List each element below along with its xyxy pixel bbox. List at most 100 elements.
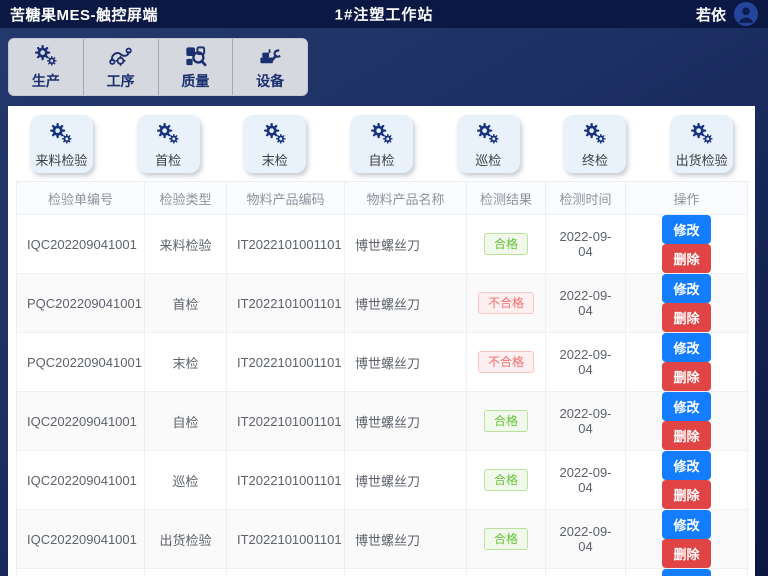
inspection-card-label: 出货检验 — [676, 150, 728, 169]
user-menu[interactable]: 若依 — [696, 2, 758, 26]
cell-order-no: IQC202209041001 — [17, 451, 145, 510]
cell-order-no: IQC202209041001 — [17, 569, 145, 576]
station-title: 1#注塑工作站 — [335, 4, 434, 25]
main-toolbar: 生产 工序 质量 设备 — [8, 38, 308, 96]
delete-button[interactable]: 删除 — [662, 362, 710, 391]
gears-icon — [262, 121, 288, 152]
cell-inspection-date: 2022-09-04 — [546, 215, 626, 274]
toolbar-item-label: 生产 — [32, 71, 60, 91]
cell-inspection-type: 出货检验 — [145, 569, 227, 576]
toolbar-item-quality[interactable]: 质量 — [159, 39, 234, 95]
column-header: 检验单编号 — [17, 182, 145, 215]
column-header: 操作 — [626, 182, 748, 215]
cell-material-code: IT2022101001101 — [227, 274, 345, 333]
gears-icon — [33, 43, 59, 69]
toolbar-item-process[interactable]: 工序 — [84, 39, 159, 95]
toolbar-item-label: 设备 — [256, 71, 284, 91]
table-header-row: 检验单编号检验类型物料产品编码物料产品名称检测结果检测时间操作 — [17, 182, 748, 215]
inspection-card-shipment[interactable]: 出货检验 — [670, 115, 733, 173]
cell-inspection-type: 末检 — [145, 333, 227, 392]
cell-material-code: IT2022101001101 — [227, 451, 345, 510]
delete-button[interactable]: 删除 — [662, 244, 710, 273]
table-row: IQC202209041001 巡检 IT2022101001101 博世螺丝刀… — [17, 451, 748, 510]
cell-inspection-date: 2022-09-04 — [546, 451, 626, 510]
cell-inspection-type: 自检 — [145, 392, 227, 451]
edit-button[interactable]: 修改 — [662, 569, 710, 576]
cell-material-code: IT2022101001101 — [227, 569, 345, 576]
delete-button[interactable]: 删除 — [662, 480, 710, 509]
quality-search-icon — [183, 43, 208, 69]
result-badge: 合格 — [484, 469, 528, 491]
cell-inspection-type: 来料检验 — [145, 215, 227, 274]
inspection-card-first[interactable]: 首检 — [137, 115, 200, 173]
column-header: 物料产品编码 — [227, 182, 345, 215]
avatar-icon — [734, 2, 758, 26]
inspection-card-label: 来料检验 — [35, 150, 87, 169]
cell-inspection-date: 2022-09-04 — [546, 333, 626, 392]
gears-icon — [48, 121, 74, 152]
delete-button[interactable]: 删除 — [662, 303, 710, 332]
cell-inspection-type: 首检 — [145, 274, 227, 333]
cell-material-name: 博世螺丝刀 — [345, 510, 467, 569]
cell-inspection-date: 2022-09-04 — [546, 392, 626, 451]
result-badge: 合格 — [484, 528, 528, 550]
toolbar-item-equipment[interactable]: 设备 — [233, 39, 307, 95]
cell-inspection-date: 2022-09-04 — [546, 274, 626, 333]
cell-material-code: IT2022101001101 — [227, 215, 345, 274]
gears-icon — [369, 121, 395, 152]
inspection-card-label: 巡检 — [475, 150, 501, 169]
app-title: 苦糖果MES-触控屏端 — [10, 4, 158, 25]
table-row: PQC202209041001 首检 IT2022101001101 博世螺丝刀… — [17, 274, 748, 333]
table-row: PQC202209041001 末检 IT2022101001101 博世螺丝刀… — [17, 333, 748, 392]
inspection-card-incoming[interactable]: 来料检验 — [30, 115, 93, 173]
inspection-card-label: 终检 — [582, 150, 608, 169]
inspection-card-label: 末检 — [262, 150, 288, 169]
gears-icon — [689, 121, 715, 152]
column-header: 检测结果 — [467, 182, 546, 215]
inspection-card-label: 首检 — [155, 150, 181, 169]
inspection-card-patrol[interactable]: 巡检 — [457, 115, 520, 173]
cell-material-code: IT2022101001101 — [227, 333, 345, 392]
inspection-table: 检验单编号检验类型物料产品编码物料产品名称检测结果检测时间操作 IQC20220… — [16, 181, 748, 576]
column-header: 物料产品名称 — [345, 182, 467, 215]
edit-button[interactable]: 修改 — [662, 510, 710, 539]
inspection-card-last[interactable]: 末检 — [243, 115, 306, 173]
delete-button[interactable]: 删除 — [662, 539, 710, 568]
edit-button[interactable]: 修改 — [662, 333, 710, 362]
cell-order-no: IQC202209041001 — [17, 392, 145, 451]
inspection-card-final[interactable]: 终检 — [563, 115, 626, 173]
username: 若依 — [696, 4, 726, 25]
result-badge: 不合格 — [478, 351, 534, 373]
cell-inspection-type: 巡检 — [145, 451, 227, 510]
table-row: IQC202209041001 来料检验 IT2022101001101 博世螺… — [17, 215, 748, 274]
column-header: 检测时间 — [546, 182, 626, 215]
cell-material-name: 博世螺丝刀 — [345, 569, 467, 576]
cell-order-no: IQC202209041001 — [17, 215, 145, 274]
cell-material-name: 博世螺丝刀 — [345, 451, 467, 510]
edit-button[interactable]: 修改 — [662, 215, 710, 244]
column-header: 检验类型 — [145, 182, 227, 215]
table-row: IQC202209041001 自检 IT2022101001101 博世螺丝刀… — [17, 392, 748, 451]
gears-icon — [582, 121, 608, 152]
inspection-card-self[interactable]: 自检 — [350, 115, 413, 173]
equipment-icon — [258, 43, 283, 69]
inspection-card-label: 自检 — [369, 150, 395, 169]
result-badge: 不合格 — [478, 292, 534, 314]
cell-material-name: 博世螺丝刀 — [345, 274, 467, 333]
cell-inspection-date: 2022-09-04 — [546, 569, 626, 576]
edit-button[interactable]: 修改 — [662, 274, 710, 303]
result-badge: 合格 — [484, 233, 528, 255]
edit-button[interactable]: 修改 — [662, 451, 710, 480]
cell-material-name: 博世螺丝刀 — [345, 392, 467, 451]
cell-material-name: 博世螺丝刀 — [345, 215, 467, 274]
result-badge: 合格 — [484, 410, 528, 432]
edit-button[interactable]: 修改 — [662, 392, 710, 421]
delete-button[interactable]: 删除 — [662, 421, 710, 450]
gears-icon — [475, 121, 501, 152]
toolbar-item-production[interactable]: 生产 — [9, 39, 84, 95]
inspection-cards-row: 来料检验 首检 末检 — [8, 106, 755, 181]
gears-icon — [155, 121, 181, 152]
table-row: IQC202209041001 出货检验 IT2022101001101 博世螺… — [17, 510, 748, 569]
content-panel: 来料检验 首检 末检 — [8, 106, 755, 576]
topbar: 苦糖果MES-触控屏端 1#注塑工作站 若依 — [0, 0, 768, 28]
